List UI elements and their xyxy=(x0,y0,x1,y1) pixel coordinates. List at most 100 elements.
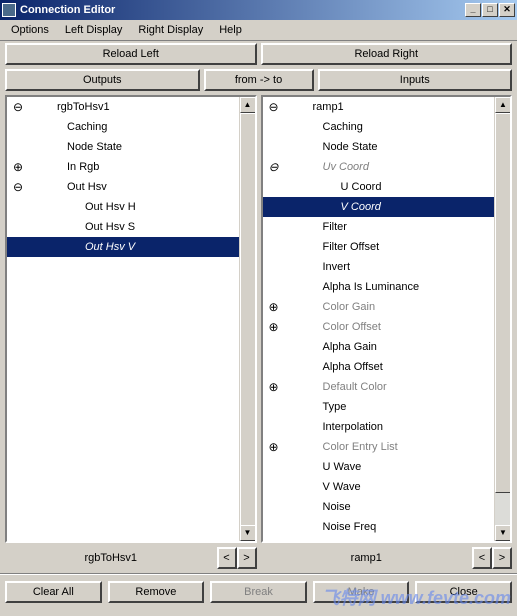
menu-right-display[interactable]: Right Display xyxy=(131,22,210,38)
make-button[interactable]: Make xyxy=(313,581,410,603)
left-scrollbar[interactable]: ▲ ▼ xyxy=(239,97,255,541)
tree-item[interactable]: U Wave xyxy=(263,457,495,477)
scroll-up-icon[interactable]: ▲ xyxy=(240,97,256,113)
tree-label: Interpolation xyxy=(323,421,384,433)
close-button[interactable]: Close xyxy=(415,581,512,603)
tree-item[interactable]: Out Hsv V xyxy=(7,237,239,257)
tree-label: U Coord xyxy=(341,181,382,193)
collapse-icon[interactable]: ⊖ xyxy=(267,100,281,114)
scroll-thumb[interactable] xyxy=(495,113,511,493)
collapse-icon[interactable]: ⊖ xyxy=(267,160,281,174)
collapse-icon[interactable]: ⊖ xyxy=(11,180,25,194)
tree-item[interactable]: Filter Offset xyxy=(263,237,495,257)
collapse-icon[interactable]: ⊖ xyxy=(11,100,25,114)
tree-item[interactable]: Caching xyxy=(7,117,239,137)
tree-label: Filter Offset xyxy=(323,241,380,253)
tree-item[interactable]: Node State xyxy=(7,137,239,157)
tree-item[interactable]: ⊕ Color Entry List xyxy=(263,437,495,457)
tree-item[interactable]: Type xyxy=(263,397,495,417)
tree-root[interactable]: ⊖ rgbToHsv1 xyxy=(7,97,239,117)
clear-all-button[interactable]: Clear All xyxy=(5,581,102,603)
minimize-button[interactable]: _ xyxy=(465,3,481,17)
break-button[interactable]: Break xyxy=(210,581,307,603)
tree-label: rgbToHsv1 xyxy=(57,101,110,113)
scroll-down-icon[interactable]: ▼ xyxy=(240,525,256,541)
from-to-button[interactable]: from -> to xyxy=(204,69,314,91)
tree-label: Type xyxy=(323,401,347,413)
tree-item[interactable]: Interpolation xyxy=(263,417,495,437)
left-tree[interactable]: ⊖ rgbToHsv1 Caching Node State ⊕ In Rgb ⊖ Out H… xyxy=(7,97,239,541)
tree-label: Uv Coord xyxy=(323,161,369,173)
tree-item[interactable]: Alpha Offset xyxy=(263,357,495,377)
scroll-down-icon[interactable]: ▼ xyxy=(495,525,511,541)
tree-label: Caching xyxy=(67,121,107,133)
tree-label: Node State xyxy=(67,141,122,153)
outputs-label[interactable]: Outputs xyxy=(5,69,200,91)
left-panel: ⊖ rgbToHsv1 Caching Node State ⊕ In Rgb ⊖ Out H… xyxy=(5,95,257,543)
tree-item[interactable]: Alpha Gain xyxy=(263,337,495,357)
tree-item[interactable]: Alpha Is Luminance xyxy=(263,277,495,297)
scroll-thumb[interactable] xyxy=(240,113,256,529)
menu-left-display[interactable]: Left Display xyxy=(58,22,129,38)
tree-label: V Wave xyxy=(323,481,361,493)
tree-item[interactable]: Node State xyxy=(263,137,495,157)
close-window-button[interactable]: ✕ xyxy=(499,3,515,17)
tree-label: Alpha Offset xyxy=(323,361,383,373)
expand-icon[interactable]: ⊕ xyxy=(267,440,281,454)
tree-item[interactable]: U Coord xyxy=(263,177,495,197)
reload-right-button[interactable]: Reload Right xyxy=(261,43,513,65)
tree-item[interactable]: ⊕ In Rgb xyxy=(7,157,239,177)
expand-icon[interactable]: ⊕ xyxy=(267,380,281,394)
tree-label: Invert xyxy=(323,261,351,273)
left-node-name-box: rgbToHsv1 < > xyxy=(5,547,257,569)
tree-label: Color Entry List xyxy=(323,441,398,453)
expand-icon[interactable]: ⊕ xyxy=(11,160,25,174)
tree-item[interactable]: V Coord xyxy=(263,197,495,217)
tree-label: Caching xyxy=(323,121,363,133)
tree-item[interactable]: Hue Noise xyxy=(263,537,495,541)
remove-button[interactable]: Remove xyxy=(108,581,205,603)
right-prev-button[interactable]: < xyxy=(472,547,492,569)
tree-label: Color Offset xyxy=(323,321,382,333)
tree-item[interactable]: Noise xyxy=(263,497,495,517)
tree-item[interactable]: Out Hsv S xyxy=(7,217,239,237)
tree-label: Out Hsv S xyxy=(85,221,135,233)
tree-label: Noise Freq xyxy=(323,521,377,533)
tree-item[interactable]: ⊕ Color Gain xyxy=(263,297,495,317)
menu-options[interactable]: Options xyxy=(4,22,56,38)
right-scrollbar[interactable]: ▲ ▼ xyxy=(494,97,510,541)
tree-item[interactable]: Noise Freq xyxy=(263,517,495,537)
left-prev-button[interactable]: < xyxy=(217,547,237,569)
tree-item[interactable]: ⊕Default Color xyxy=(263,377,495,397)
tree-item[interactable]: Caching xyxy=(263,117,495,137)
maximize-button[interactable]: □ xyxy=(482,3,498,17)
scroll-up-icon[interactable]: ▲ xyxy=(495,97,511,113)
tree-label: Out Hsv H xyxy=(85,201,136,213)
menu-help[interactable]: Help xyxy=(212,22,249,38)
inputs-label[interactable]: Inputs xyxy=(318,69,513,91)
tree-item[interactable]: Filter xyxy=(263,217,495,237)
tree-label: Out Hsv xyxy=(67,181,107,193)
expand-icon[interactable]: ⊕ xyxy=(267,320,281,334)
right-tree[interactable]: ⊖ ramp1 Caching Node State ⊖ Uv Coord U Coord V… xyxy=(263,97,495,541)
tree-label: ramp1 xyxy=(313,101,344,113)
tree-item[interactable]: Invert xyxy=(263,257,495,277)
left-next-button[interactable]: > xyxy=(237,547,257,569)
tree-root[interactable]: ⊖ ramp1 xyxy=(263,97,495,117)
right-next-button[interactable]: > xyxy=(492,547,512,569)
right-node-name-box: ramp1 < > xyxy=(261,547,513,569)
right-node-name: ramp1 xyxy=(261,552,473,564)
tree-label: Color Gain xyxy=(323,301,376,313)
tree-item[interactable]: ⊖ Uv Coord xyxy=(263,157,495,177)
tree-item[interactable]: Out Hsv H xyxy=(7,197,239,217)
app-icon xyxy=(2,3,16,17)
tree-label: Filter xyxy=(323,221,347,233)
tree-label: In Rgb xyxy=(67,161,99,173)
tree-item[interactable]: V Wave xyxy=(263,477,495,497)
tree-item[interactable]: ⊕ Color Offset xyxy=(263,317,495,337)
reload-left-button[interactable]: Reload Left xyxy=(5,43,257,65)
tree-item[interactable]: ⊖ Out Hsv xyxy=(7,177,239,197)
window-title: Connection Editor xyxy=(20,4,465,16)
tree-label: Node State xyxy=(323,141,378,153)
expand-icon[interactable]: ⊕ xyxy=(267,300,281,314)
